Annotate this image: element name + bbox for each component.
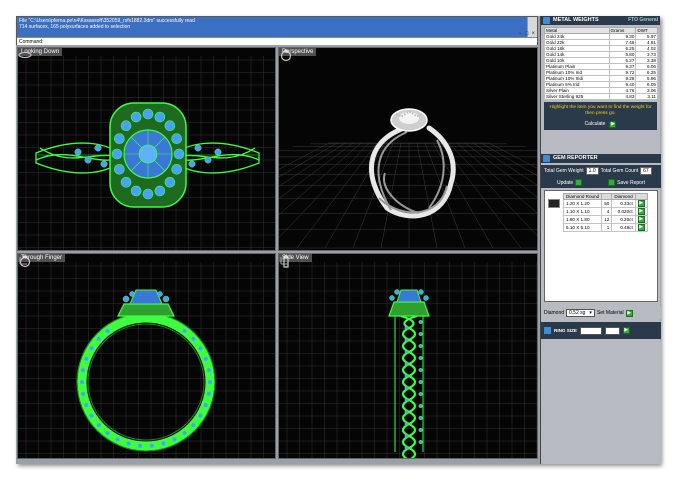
gem-row[interactable]: 1.20 X 1.20 50 0.33ct ▶ — [562, 199, 648, 208]
metal-grams: 4.83 — [608, 93, 637, 100]
front-view-render — [18, 262, 275, 458]
set-material-label: Set Material — [596, 310, 624, 316]
axis-indicator-icon — [19, 257, 27, 265]
gem-weight: 0.20ct — [611, 215, 636, 224]
gem-list: Diamond Round Diamond 1.20 X 1.20 50 0.33c… — [544, 190, 658, 302]
side-view-render — [279, 262, 537, 458]
stone-value-select[interactable]: 0.52 sg ▾ — [566, 309, 595, 317]
application-window: File "C:\Users\pferna.pe\n4\Kssassoft\35… — [16, 16, 661, 464]
country-value: USA — [582, 327, 593, 333]
gem-select-button[interactable]: ▶ — [637, 200, 645, 207]
gem-row[interactable]: 1.80 X 1.80 12 0.20ct ▶ — [562, 215, 648, 224]
command-history: File "C:\Users\pferna.pe\n4\Kssassoft\35… — [17, 17, 527, 37]
set-material-button[interactable]: ▶ — [625, 309, 633, 317]
ring-size-select[interactable]: 7 ▾ — [604, 326, 620, 335]
ring-size-label: RING SIZE — [554, 328, 577, 333]
ring-icon — [544, 327, 551, 334]
ring-perspective-thumbnail-icon[interactable] — [279, 48, 293, 62]
perspective-render — [279, 108, 537, 249]
chevron-down-icon: ▾ — [596, 327, 599, 333]
metal-dwt: 3.11 — [635, 93, 658, 100]
gem-row[interactable]: 1.10 X 1.10 4 0.020ct ▶ — [562, 207, 648, 216]
gem-weight: 0.48ct — [611, 223, 636, 232]
gem-size: 5.10 X 5.10 — [562, 223, 603, 232]
metal-name: Silver Sterling 925 — [544, 93, 610, 100]
panel-empty-area — [541, 342, 661, 464]
calculate-row: Calculate ▶ — [544, 118, 657, 130]
total-gem-count-value: 67 — [640, 167, 652, 175]
metal-weights-title: METAL WEIGHTS — [553, 17, 599, 23]
country-select[interactable]: USA ▾ — [579, 326, 602, 335]
metal-weights-table: Metal Grams DWT Gold 24k 9.30 5.97 Gold 22k… — [544, 27, 658, 100]
metal-row[interactable]: Silver Sterling 925 4.83 3.11 — [544, 93, 658, 100]
ring-size-go-button[interactable]: ▶ — [622, 327, 630, 334]
gem-action-cell: ▶ — [634, 207, 648, 216]
command-history-line: 714 surfaces, 165 polysurfaces added to … — [19, 24, 131, 30]
gem-reporter: GEM REPORTER Total Gem Weight 1.0 Total … — [541, 154, 661, 319]
gem-material-row: Diamond 0.52 sg ▾ Set Material ▶ — [541, 307, 661, 319]
column-header: Diamond Round — [562, 193, 603, 200]
gem-action-cell: ▶ — [634, 199, 648, 208]
update-button[interactable]: Update — [557, 179, 583, 186]
gem-reporter-header: GEM REPORTER — [541, 154, 661, 163]
ring-size-section: RING SIZE USA ▾ 7 ▾ ▶ — [541, 322, 661, 339]
column-header: Diamond — [611, 193, 636, 200]
viewport-through-finger[interactable]: Through Finger — [17, 253, 276, 459]
gem-action-cell: ▶ — [634, 215, 648, 224]
gem-select-button[interactable]: ▶ — [637, 224, 645, 231]
scale-icon — [543, 17, 550, 24]
gem-thumbnail[interactable] — [548, 199, 560, 208]
gem-count: 50 — [601, 199, 613, 208]
gem-icon — [543, 155, 550, 162]
gem-totals: Total Gem Weight 1.0 Total Gem Count 67 — [541, 165, 661, 177]
viewport-perspective[interactable]: Perspective — [278, 47, 538, 251]
axis-indicator-icon — [280, 257, 288, 265]
stone-type-label: Diamond — [544, 310, 565, 316]
command-input[interactable]: Command: — [17, 37, 537, 45]
ring-top-thumbnail-icon[interactable] — [18, 48, 32, 62]
gem-select-button[interactable]: ▶ — [637, 208, 645, 215]
gem-row[interactable]: 5.10 X 5.10 1 0.48ct ▶ — [562, 223, 648, 232]
metal-weights-header: METAL WEIGHTS FTO General — [541, 16, 660, 25]
gem-table: Diamond Round Diamond 1.20 X 1.20 50 0.33c… — [562, 193, 648, 232]
gem-action-cell: ▶ — [634, 223, 648, 232]
gem-size: 1.80 X 1.80 — [562, 215, 603, 224]
gem-weight: 0.33ct — [611, 199, 636, 208]
total-gem-weight-value: 1.0 — [585, 167, 599, 175]
update-go-icon — [575, 179, 583, 186]
gem-select-button[interactable]: ▶ — [637, 216, 645, 223]
command-area: File "C:\Users\pferna.pe\n4\Kssassoft\35… — [16, 16, 538, 45]
calculate-go-button[interactable]: ▶ — [609, 120, 617, 128]
gem-reporter-title: GEM REPORTER — [553, 155, 598, 161]
gem-count: 1 — [601, 223, 613, 232]
calculate-label: Calculate — [584, 121, 606, 127]
gem-size: 1.10 X 1.10 — [562, 207, 603, 216]
gem-weight: 0.020ct — [611, 207, 636, 216]
metal-weights-hint: Highlight the item you want to find the … — [544, 102, 657, 118]
metal-weights-tab[interactable]: FTO General — [628, 16, 658, 25]
ring-size-value: 7 — [607, 327, 611, 333]
save-report-button[interactable]: Save Report — [608, 179, 645, 186]
chevron-down-icon: ▾ — [589, 310, 592, 316]
gem-count: 4 — [601, 207, 613, 216]
total-gem-weight-label: Total Gem Weight — [544, 168, 584, 174]
tools-panel: METAL WEIGHTS FTO General Metal Grams DW… — [540, 16, 661, 464]
viewport-looking-down[interactable]: Looking Down — [17, 47, 276, 251]
total-gem-count-label: Total Gem Count — [600, 168, 639, 174]
save-icon — [608, 179, 616, 186]
chevron-down-icon: ▾ — [614, 327, 617, 333]
gem-count: 12 — [601, 215, 613, 224]
stone-value: 0.52 sg — [569, 310, 586, 316]
top-view-render — [18, 56, 275, 250]
viewport-side-view[interactable]: Side View — [278, 253, 538, 459]
gem-size: 1.20 X 1.20 — [562, 199, 603, 208]
gem-actions: Update Save Report — [541, 177, 661, 188]
